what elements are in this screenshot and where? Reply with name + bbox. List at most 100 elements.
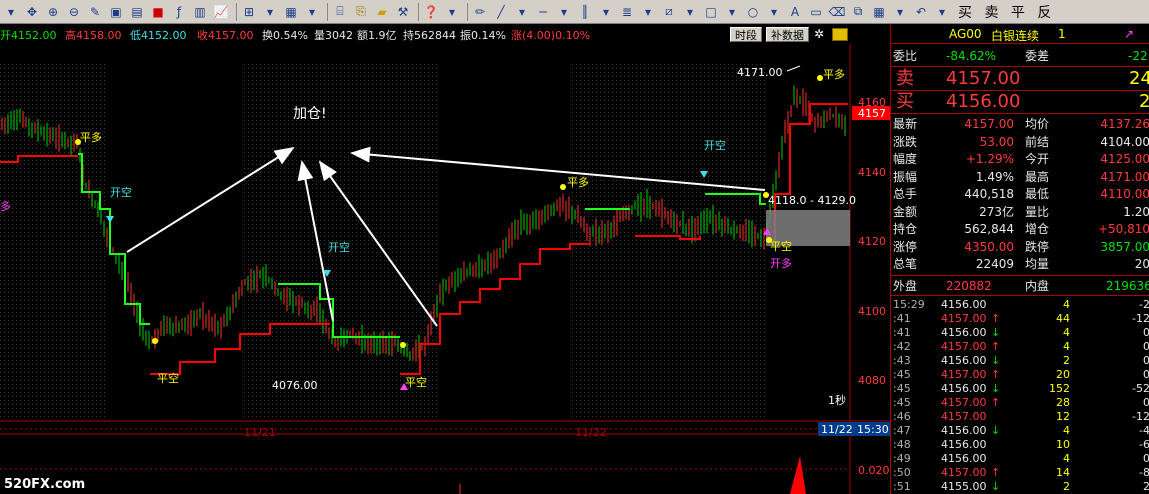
- tick-row: :45 4157.00 ↑ 28 0: [891, 396, 1149, 410]
- high-label: 4171.00: [737, 66, 783, 79]
- line-chart-icon[interactable]: 📈: [212, 3, 230, 21]
- stat-value: 562,844: [964, 222, 1014, 236]
- dropdown-arrow-icon[interactable]: ▾: [261, 3, 279, 21]
- tick-volume: 4: [1063, 452, 1070, 465]
- tick-delta: -4: [1139, 424, 1149, 437]
- picture-icon[interactable]: ▤: [128, 3, 146, 21]
- tick-time: :41: [893, 326, 911, 339]
- stat-value: 3857.00: [1100, 239, 1149, 254]
- settings-icon[interactable]: ✲: [814, 27, 828, 42]
- stats-row: 金额 273亿 量比 1.20: [891, 205, 1149, 219]
- dropdown-arrow-icon[interactable]: ▾: [933, 3, 951, 21]
- folder-icon[interactable]: ▰: [373, 3, 391, 21]
- trade-buttons-text[interactable]: 买 卖 平 反: [958, 2, 1055, 22]
- tick-volume: 44: [1056, 312, 1070, 325]
- text-icon[interactable]: A: [786, 3, 804, 21]
- layout-icon[interactable]: ▦: [282, 3, 300, 21]
- dropdown-arrow-icon[interactable]: ▾: [443, 3, 461, 21]
- ellipse-icon[interactable]: ○: [744, 3, 762, 21]
- stats-row: 最新 4157.00 均价 4137.26: [891, 117, 1149, 131]
- stats-row: 总手 440,518 最低 4110.00: [891, 187, 1149, 201]
- move-icon[interactable]: ✥: [23, 3, 41, 21]
- fibonacci-icon[interactable]: ≣: [618, 3, 636, 21]
- vertical-lines-icon[interactable]: ║: [576, 3, 594, 21]
- tick-delta: -2: [1139, 298, 1149, 311]
- undo-icon[interactable]: ↶: [912, 3, 930, 21]
- tick-price: 4156.00: [941, 438, 987, 451]
- copy-icon[interactable]: ⧉: [849, 3, 867, 21]
- buy-qty: 2: [1139, 91, 1149, 113]
- supplement-data-button[interactable]: 补数据: [766, 27, 809, 42]
- dropdown-arrow-icon[interactable]: ▾: [597, 3, 615, 21]
- grid-icon[interactable]: ▦: [870, 3, 888, 21]
- dropdown-arrow-icon[interactable]: ▾: [681, 3, 699, 21]
- dropdown-arrow-icon[interactable]: ▾: [2, 3, 20, 21]
- tick-time: 15:29: [893, 298, 925, 311]
- quote-panel: AG00 白银连续 1 ↗ 委比 -84.62% 委差 -22 卖 4157.0…: [890, 24, 1149, 494]
- turnover-value: 换0.54%: [262, 29, 308, 42]
- tick-row: :51 4155.00 ↓ 2 2: [891, 480, 1149, 494]
- tick-row: :48 4156.00 10 -6: [891, 438, 1149, 452]
- desk-icon[interactable]: ⌸: [331, 3, 349, 21]
- period-chart-icon[interactable]: ⊞: [240, 3, 258, 21]
- tick-time: :43: [893, 354, 911, 367]
- tick-price: 4157.00: [941, 396, 987, 409]
- amplitude-value: 振0.14%: [460, 29, 506, 42]
- bar-chart-icon[interactable]: ▥: [191, 3, 209, 21]
- date-label: 11/22: [575, 426, 607, 439]
- sticky-note-icon[interactable]: ▭: [807, 3, 825, 21]
- tools-icon[interactable]: ⚒: [394, 3, 412, 21]
- sell-label: 卖: [896, 68, 914, 89]
- current-price-tag-text: 4157: [858, 107, 886, 120]
- dropdown-arrow-icon[interactable]: ▾: [765, 3, 783, 21]
- eraser-icon[interactable]: ⌫: [828, 3, 846, 21]
- note-icon[interactable]: [832, 28, 848, 41]
- stat-value: 4110.00: [1100, 187, 1149, 201]
- tick-delta: -8: [1139, 466, 1149, 479]
- sub-chart-tick: 0.020: [858, 464, 890, 477]
- date-cursor-label: 11/22: [821, 423, 853, 436]
- date-label: 11/21: [244, 426, 276, 439]
- dropdown-arrow-icon[interactable]: ▾: [513, 3, 531, 21]
- dropdown-arrow-icon[interactable]: ▾: [639, 3, 657, 21]
- stat-label: 最新: [893, 117, 918, 131]
- formula-icon[interactable]: ƒ: [170, 3, 188, 21]
- draw-pen-icon[interactable]: ✏: [471, 3, 489, 21]
- help-icon[interactable]: ❓: [422, 3, 440, 21]
- tick-volume: 2: [1063, 354, 1070, 367]
- trend-line-icon[interactable]: ╱: [492, 3, 510, 21]
- scroll-icon[interactable]: ⎘: [352, 3, 370, 21]
- dropdown-arrow-icon[interactable]: ▾: [555, 3, 573, 21]
- tick-time: :45: [893, 368, 911, 381]
- dropdown-arrow-icon[interactable]: ▾: [303, 3, 321, 21]
- ratio-value: -84.62%: [946, 49, 997, 63]
- stats-row: 涨停 4350.00 跌停 3857.00: [891, 240, 1149, 254]
- amount-value: 额1.9亿: [357, 29, 397, 42]
- signal-triangle: [106, 216, 114, 223]
- tick-time: :51: [893, 480, 911, 493]
- window-icon[interactable]: ▣: [107, 3, 125, 21]
- tick-row: :41 4157.00 ↑ 44 -12: [891, 312, 1149, 326]
- tick-time: :48: [893, 438, 911, 451]
- tick-price: 4156.00: [941, 298, 987, 311]
- buy-price: 4156.00: [946, 91, 1021, 112]
- zoom-out-icon[interactable]: ⊖: [65, 3, 83, 21]
- price-chart[interactable]: 加仓! 平多 开空 多 平空 开空 平空 平多 开空 平空 开多 平多 4076…: [0, 44, 890, 494]
- dropdown-arrow-icon[interactable]: ▾: [723, 3, 741, 21]
- period-button[interactable]: 时段: [730, 27, 762, 42]
- tick-row: :45 4157.00 ↑ 20 0: [891, 368, 1149, 382]
- tick-price: 4157.00: [941, 466, 987, 479]
- dropdown-arrow-icon[interactable]: ▾: [891, 3, 909, 21]
- edit-icon[interactable]: ✎: [86, 3, 104, 21]
- tick-row: :42 4157.00 ↑ 4 0: [891, 340, 1149, 354]
- stop-icon[interactable]: ■: [149, 3, 167, 21]
- stat-label: 最低: [1025, 187, 1050, 201]
- zoom-in-icon[interactable]: ⊕: [44, 3, 62, 21]
- rectangle-icon[interactable]: □: [702, 3, 720, 21]
- signal-close-long-label: 平多: [80, 130, 102, 144]
- gann-icon[interactable]: ⧄: [660, 3, 678, 21]
- tick-delta: -52: [1132, 382, 1149, 395]
- trend-icon[interactable]: ↗: [1124, 27, 1134, 41]
- horizontal-line-icon[interactable]: ─: [534, 3, 552, 21]
- contract-code: AG00: [949, 27, 982, 41]
